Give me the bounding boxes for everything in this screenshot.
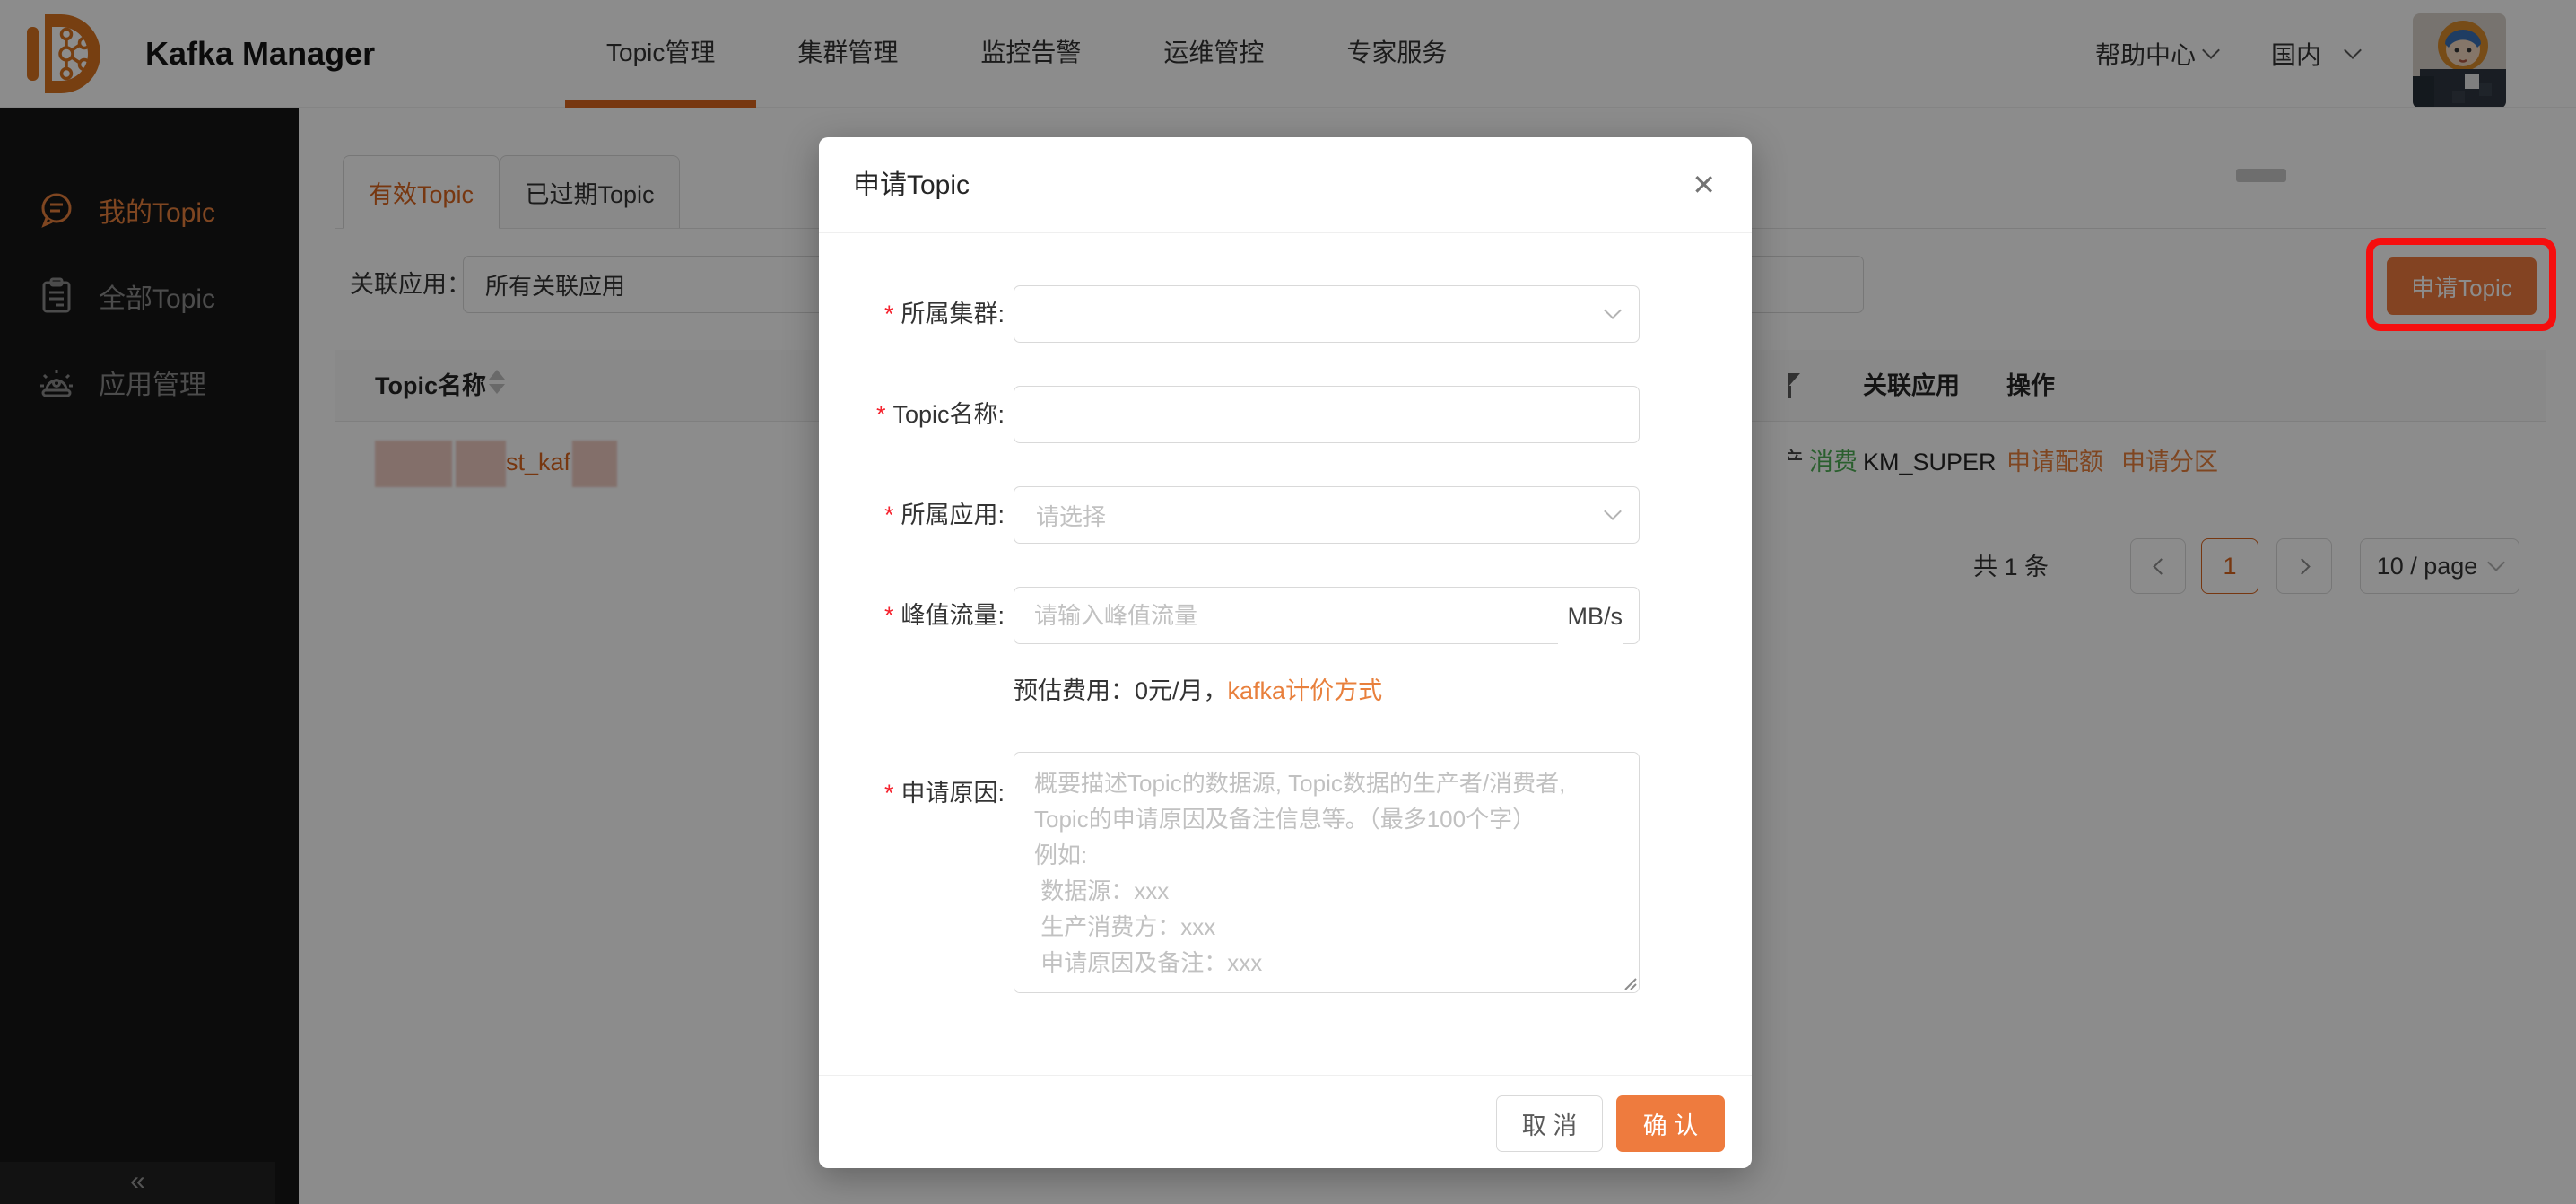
required-mark: * (884, 780, 894, 807)
field-label: *Topic名称: (876, 386, 1005, 443)
form-row-cluster: *所属集群: (819, 285, 1752, 343)
peak-flow-input[interactable] (1014, 588, 1639, 643)
chevron-down-icon (1604, 301, 1622, 319)
fee-text: 预估费用：0元/月， (1014, 677, 1228, 704)
form-row-reason: *申请原因: (819, 752, 1752, 993)
form-row-peak-flow: *峰值流量: MB/s (819, 587, 1752, 644)
select-placeholder: 请选择 (1036, 499, 1106, 532)
field-label: *峰值流量: (884, 587, 1005, 644)
chevron-down-icon (1604, 502, 1622, 520)
cluster-select[interactable] (1014, 285, 1640, 343)
close-icon[interactable]: ✕ (1684, 137, 1723, 233)
field-label: *申请原因: (884, 764, 1005, 822)
required-mark: * (876, 401, 886, 428)
form-row-app: *所属应用: 请选择 (819, 486, 1752, 544)
modal-footer: 取 消 确 认 (819, 1075, 1752, 1168)
confirm-button[interactable]: 确 认 (1616, 1095, 1725, 1152)
required-mark: * (884, 301, 894, 327)
modal-title: 申请Topic (853, 137, 970, 233)
required-mark: * (884, 602, 894, 629)
fee-estimate-line: 预估费用：0元/月，kafka计价方式 (1014, 671, 1382, 706)
form-row-topic-name: *Topic名称: (819, 386, 1752, 443)
app-root: Kafka Manager Topic管理 集群管理 监控告警 运维管控 专家服… (0, 0, 2576, 1204)
unit-suffix: MB/s (1558, 588, 1623, 645)
app-select[interactable]: 请选择 (1014, 486, 1640, 544)
topic-name-input[interactable] (1014, 387, 1639, 442)
required-mark: * (884, 502, 894, 528)
cancel-button[interactable]: 取 消 (1496, 1095, 1603, 1152)
topic-name-field-wrap (1014, 386, 1640, 443)
modal-header: 申请Topic ✕ (819, 137, 1752, 233)
apply-topic-modal: 申请Topic ✕ *所属集群: *Topic名称: *所属应用: 请选择 (819, 137, 1752, 1168)
field-label: *所属集群: (884, 285, 1005, 343)
reason-textarea[interactable] (1014, 752, 1640, 993)
field-label: *所属应用: (884, 486, 1005, 544)
kafka-pricing-link[interactable]: kafka计价方式 (1228, 677, 1383, 704)
peak-flow-field-wrap: MB/s (1014, 587, 1640, 644)
